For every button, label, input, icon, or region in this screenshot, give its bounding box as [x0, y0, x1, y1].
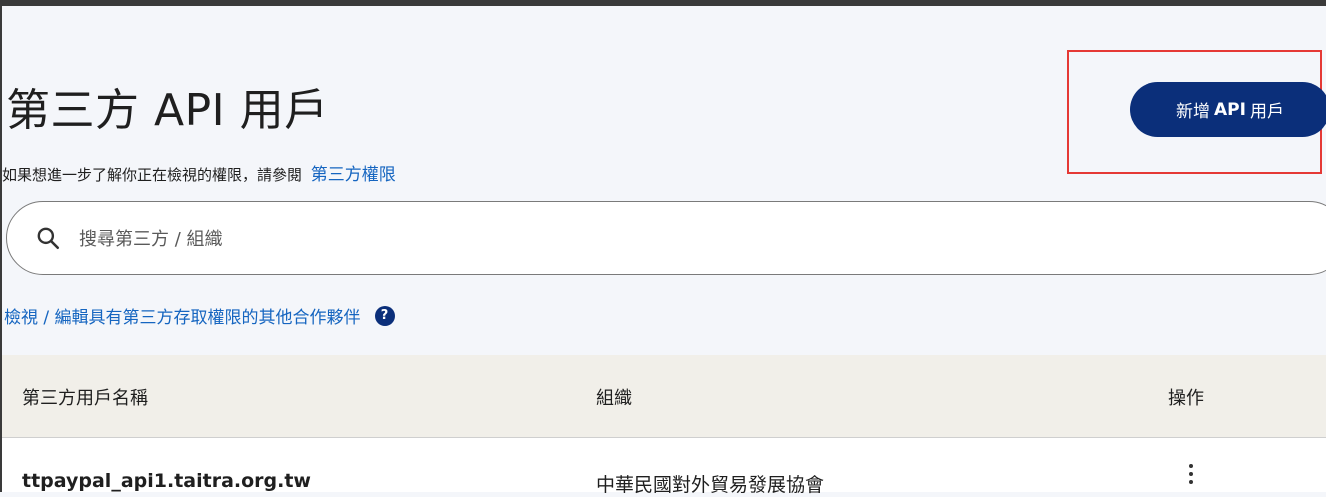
question-circle-icon[interactable]: ?	[374, 305, 395, 326]
add-api-user-button[interactable]: 新增 API 用戶	[1130, 82, 1326, 137]
column-header-name: 第三方用戶名稱	[22, 388, 148, 409]
page-subtitle: 如果想進一步了解你正在檢視的權限，請參閱 第三方權限	[2, 160, 396, 185]
third-party-permissions-link[interactable]: 第三方權限	[311, 165, 396, 185]
more-vertical-icon[interactable]	[1183, 464, 1199, 492]
search-input[interactable]	[77, 220, 981, 258]
page-title: 第三方 API 用戶	[6, 85, 329, 136]
column-header-actions: 操作	[1168, 388, 1204, 409]
search-box[interactable]	[6, 201, 1326, 275]
add-button-bold: API	[1214, 99, 1246, 120]
search-icon	[37, 227, 60, 250]
table-header: 第三方用戶名稱 組織 操作	[2, 355, 1326, 438]
row-third-party-name: ttpaypal_api1.taitra.org.tw	[22, 470, 311, 492]
add-button-suffix: 用戶	[1249, 102, 1284, 122]
edit-partners-label: 檢視 / 編輯具有第三方存取權限的其他合作夥伴	[4, 308, 361, 328]
window-top-bar	[0, 0, 1326, 6]
row-organization: 中華民國對外貿易發展協會	[596, 474, 825, 496]
subtitle-text: 如果想進一步了解你正在檢視的權限，請參閱	[2, 166, 303, 184]
column-header-organization: 組織	[596, 388, 632, 409]
edit-partners-link[interactable]: 檢視 / 編輯具有第三方存取權限的其他合作夥伴 ?	[4, 303, 395, 328]
table-row: ttpaypal_api1.taitra.org.tw 中華民國對外貿易發展協會	[2, 438, 1326, 496]
add-button-prefix: 新增	[1176, 102, 1211, 122]
